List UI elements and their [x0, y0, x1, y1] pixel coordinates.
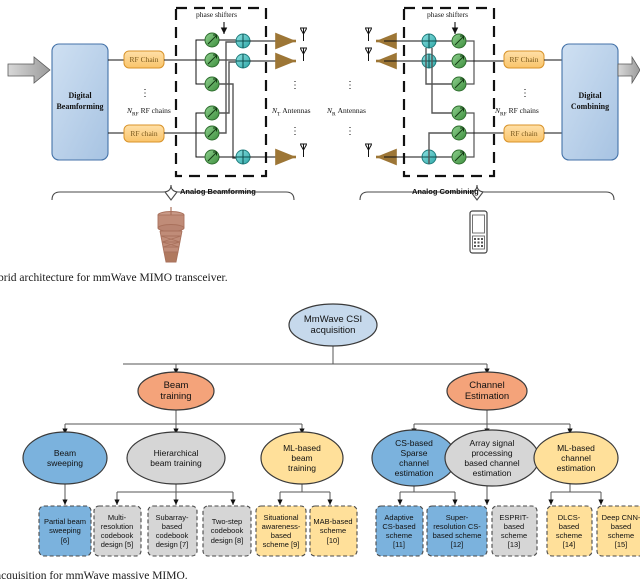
leaf-label-8: ESPRIT-based scheme [13]	[499, 512, 529, 550]
tx-phase-shifters	[204, 32, 220, 165]
leaf-label-4: Situational awareness-based scheme [9]	[261, 512, 301, 550]
rx-phase-shifters-label: phase shifters	[427, 10, 469, 19]
leaf-label-10: Deep CNN-based scheme [15]	[601, 512, 640, 550]
tx-input-arrow-icon	[7, 56, 51, 84]
rx-output-arrow-icon	[617, 55, 640, 85]
rx-rf-chain-top-label: RF Chain	[509, 55, 539, 64]
rx-analog-combining-label: Analog Combining	[412, 187, 479, 196]
node-label-level3-5: ML-based channel estimation	[556, 443, 596, 473]
tx-phase-shifters-label: phase shifters	[196, 10, 238, 19]
node-label-level3-3: CS-based Sparse channel estimation	[394, 438, 434, 478]
tx-analog-beamforming-label: Analog Beamforming	[180, 187, 256, 196]
leaf-label-1: Multi-resolution codebook design [5]	[100, 512, 134, 550]
rx-analog-combining-boundary	[402, 6, 496, 178]
tx-antenna-icons	[300, 27, 307, 157]
leaf-label-5: MAB-based scheme [10]	[313, 517, 353, 545]
rx-phase-shifters	[451, 33, 467, 165]
tree-connectors	[62, 346, 604, 505]
rx-rf-chains-count-label: NRF RF chains	[495, 106, 539, 118]
mobile-phone-icon	[469, 210, 488, 254]
tx-rf-vdots: ⋮	[140, 88, 150, 99]
rx-digital-block-label: Digital Combining	[570, 91, 610, 111]
rx-rf-chain-bottom-label: RF chain	[510, 129, 538, 138]
figure1-caption: brid architecture for mmWave MIMO transc…	[0, 272, 228, 284]
node-label-level2-1: Channel Estimation	[464, 380, 510, 402]
tx-digital-block-label: Digital Beamforming	[56, 91, 104, 111]
tx-ant-vdots-2: ⋮	[290, 126, 300, 137]
tx-brace	[51, 184, 295, 201]
tx-analog-beamforming-boundary	[174, 6, 268, 178]
leaf-label-7: Super-resolution CS-based scheme [12]	[432, 512, 482, 550]
leaf-label-3: Two-step codebook design [8]	[210, 517, 244, 545]
tx-antennas-count-label: NT Antennas	[272, 106, 311, 118]
node-label-level3-4: Array signal processing based channel estim…	[464, 438, 520, 478]
rx-rf-vdots: ⋮	[520, 88, 530, 99]
node-label-root: MmWave CSI acquisition	[303, 314, 363, 336]
rx-brace	[359, 184, 615, 201]
figure-page: Digital Beamforming RF Chain RF chain ⋮ N…	[0, 0, 640, 579]
tx-combiners	[235, 33, 251, 165]
rx-ant-vdots-2: ⋮	[345, 126, 355, 137]
tower-icon	[157, 207, 185, 263]
rx-ant-vdots-1: ⋮	[345, 80, 355, 91]
tx-rf-chain-top-label: RF Chain	[129, 55, 159, 64]
node-label-level2-0: Beam training	[160, 380, 192, 402]
figure2-caption: acquisition for mmWave massive MIMO.	[0, 570, 188, 579]
rx-antennas-count-label: NR Antennas	[327, 106, 366, 118]
leaf-label-9: DLCS-based scheme [14]	[555, 512, 583, 550]
node-label-level3-1: Hierarchical beam training	[150, 448, 202, 468]
node-label-level3-0: Beam sweeping	[47, 448, 83, 468]
leaf-label-2: Subarray-based codebook design [7]	[155, 512, 189, 550]
leaf-label-6: Adaptive CS-based scheme [11]	[382, 512, 416, 550]
tx-ant-vdots-1: ⋮	[290, 80, 300, 91]
leaf-label-0: Partial beam sweeping [6]	[43, 517, 87, 545]
node-label-level3-2: ML-based beam training	[283, 443, 321, 473]
figure1-hybrid-architecture	[0, 0, 640, 300]
rx-antenna-icons	[365, 27, 372, 157]
tx-rf-chains-count-label: NRF RF chains	[127, 106, 171, 118]
tx-rf-chain-bottom-label: RF chain	[130, 129, 158, 138]
